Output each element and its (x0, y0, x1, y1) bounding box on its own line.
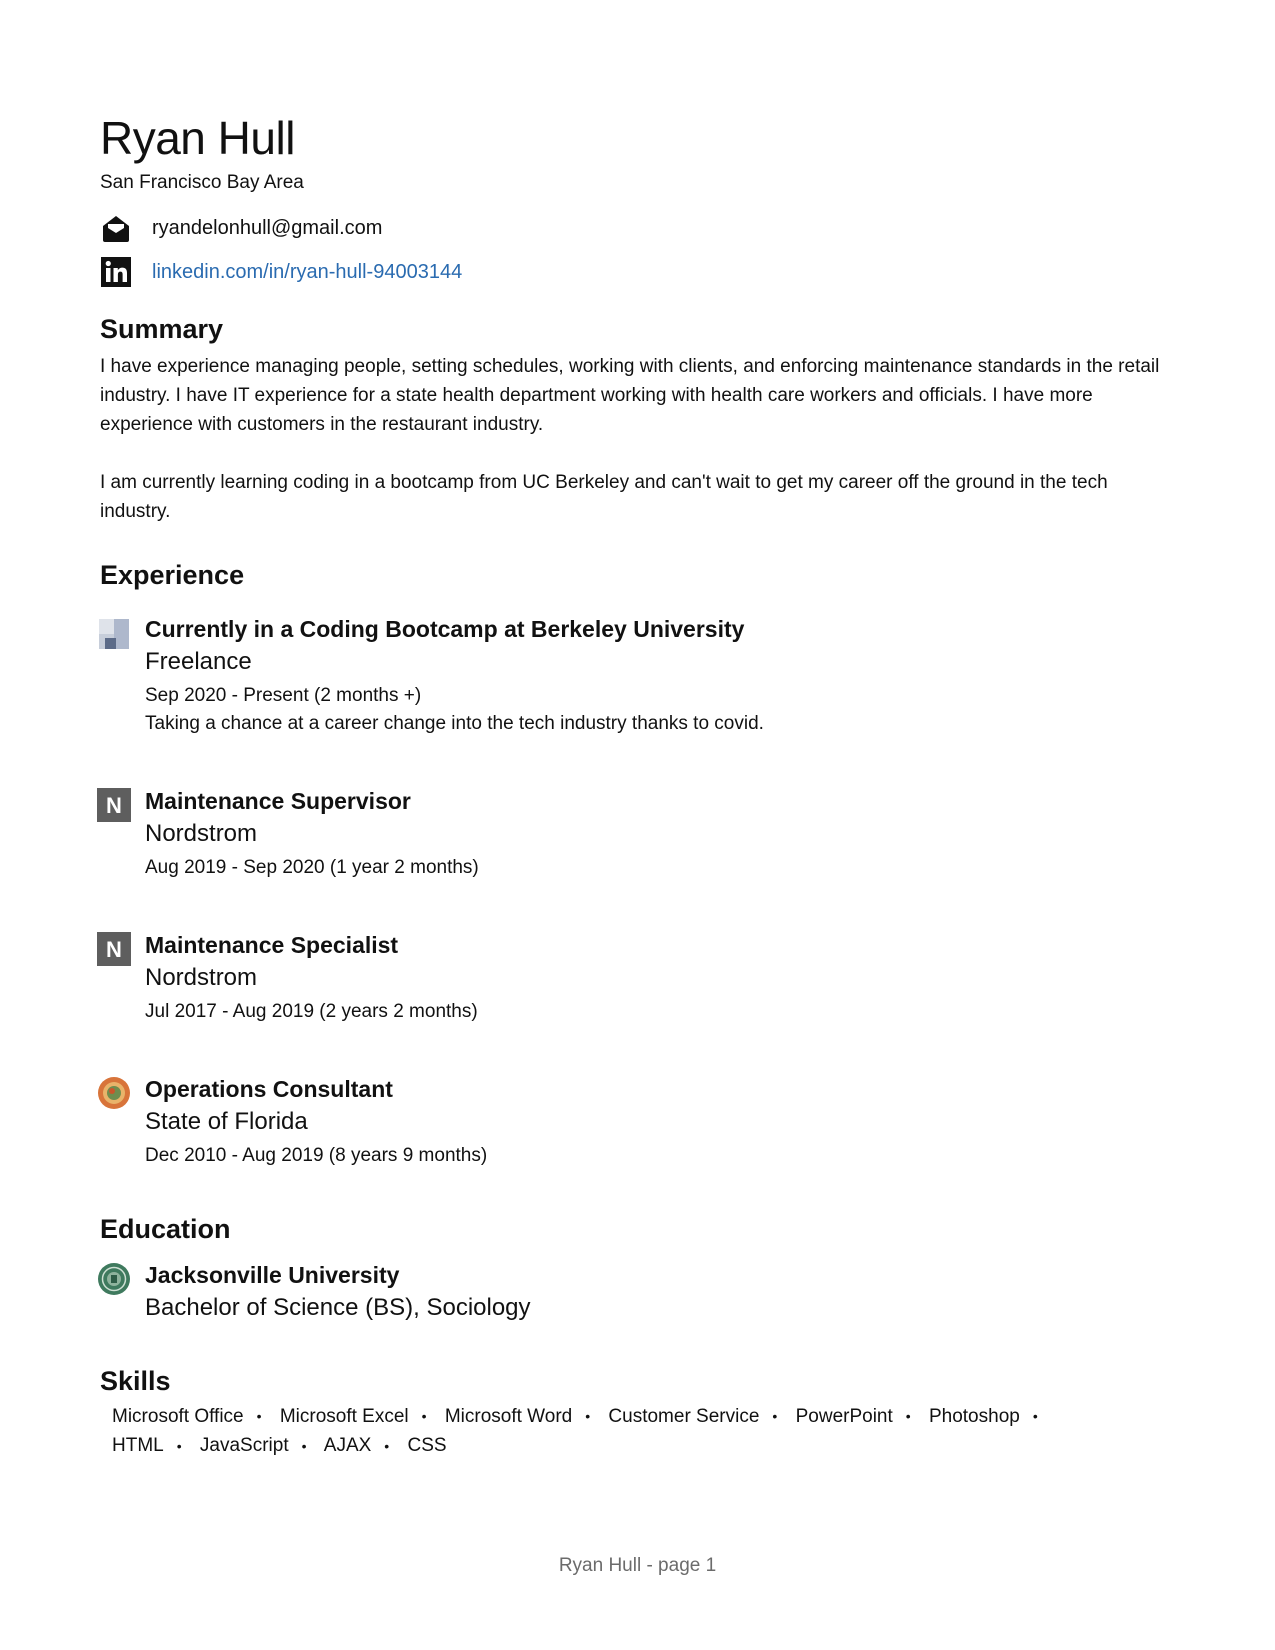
linkedin-row: linkedin.com/in/ryan-hull-94003144 (100, 256, 1180, 288)
skill-separator: • (384, 1437, 390, 1454)
envelope-icon (103, 216, 129, 242)
school-name: Jacksonville University (145, 1262, 400, 1288)
florida-seal-icon (98, 1077, 130, 1109)
job-title: Operations Consultant (145, 1076, 393, 1102)
job-company: Freelance (145, 648, 252, 675)
summary-heading: Summary (100, 314, 224, 344)
summary-paragraph: I am currently learning coding in a boot… (100, 472, 1108, 522)
job-description: Taking a chance at a career change into … (145, 713, 764, 734)
skill-item: Photoshop (928, 1406, 1020, 1427)
nordstrom-logo-icon: N (97, 932, 131, 966)
job-dates: Jul 2017 - Aug 2019 (2 years 2 months) (145, 1001, 478, 1022)
skill-item: Microsoft Word (444, 1406, 573, 1427)
candidate-name: Ryan Hull (100, 112, 295, 164)
job-dates: Dec 2010 - Aug 2019 (8 years 9 months) (145, 1145, 488, 1166)
job-title: Maintenance Supervisor (145, 788, 411, 814)
skill-item: Customer Service (608, 1406, 760, 1427)
education-entry: Jacksonville University Bachelor of Scie… (98, 1260, 1180, 1326)
skills-heading: Skills (100, 1366, 171, 1396)
skill-separator: • (905, 1408, 911, 1425)
skill-separator: • (301, 1437, 307, 1454)
skill-item: AJAX (323, 1435, 372, 1457)
skill-separator: • (421, 1408, 427, 1425)
experience-entry: Currently in a Coding Bootcamp at Berkel… (99, 614, 1180, 738)
job-title: Maintenance Specialist (145, 932, 399, 958)
linkedin-icon (101, 257, 131, 287)
skill-item: PowerPoint (795, 1406, 893, 1427)
experience-entry: Operations Consultant State of Florida D… (98, 1074, 1180, 1170)
nordstrom-logo-letter: N (106, 937, 122, 962)
job-dates: Sep 2020 - Present (2 months +) (145, 685, 422, 706)
job-company: Nordstrom (145, 820, 258, 847)
job-title: Currently in a Coding Bootcamp at Berkel… (145, 616, 745, 642)
candidate-location: San Francisco Bay Area (100, 172, 304, 193)
degree: Bachelor of Science (BS), Sociology (145, 1294, 531, 1321)
nordstrom-logo-letter: N (106, 793, 122, 818)
skill-separator: • (256, 1408, 262, 1425)
skill-item: HTML (112, 1435, 164, 1457)
skill-separator: • (772, 1408, 778, 1425)
education-heading: Education (100, 1214, 231, 1244)
skill-item: Microsoft Excel (279, 1406, 409, 1427)
jacksonville-seal-icon (98, 1263, 130, 1295)
freelance-logo-icon (99, 619, 129, 649)
experience-entry: N Maintenance Specialist Nordstrom Jul 2… (97, 930, 1180, 1026)
job-company: Nordstrom (145, 964, 258, 991)
page-footer: Ryan Hull - page 1 (558, 1555, 717, 1576)
resume-page: Ryan Hull San Francisco Bay Area ryandel… (97, 110, 1180, 1461)
nordstrom-logo-icon: N (97, 788, 131, 822)
linkedin-link[interactable]: linkedin.com/in/ryan-hull-94003144 (152, 261, 462, 284)
skills-list: Microsoft Office • Microsoft Excel • Micro… (100, 1402, 1092, 1461)
skill-separator: • (176, 1437, 182, 1454)
skill-item: JavaScript (199, 1435, 289, 1457)
job-dates: Aug 2019 - Sep 2020 (1 year 2 months) (145, 857, 479, 878)
job-company: State of Florida (145, 1108, 308, 1135)
skill-separator: • (1032, 1408, 1038, 1425)
email-row: ryandelonhull@gmail.com (100, 212, 1180, 244)
skill-separator: • (585, 1408, 591, 1425)
experience-entry: N Maintenance Supervisor Nordstrom Aug 2… (97, 786, 1180, 882)
skill-item: CSS (407, 1435, 447, 1457)
experience-heading: Experience (100, 560, 245, 590)
skill-item: Microsoft Office (112, 1406, 244, 1427)
summary-paragraph: I have experience managing people, setti… (100, 356, 1160, 435)
email-address[interactable]: ryandelonhull@gmail.com (152, 217, 382, 240)
